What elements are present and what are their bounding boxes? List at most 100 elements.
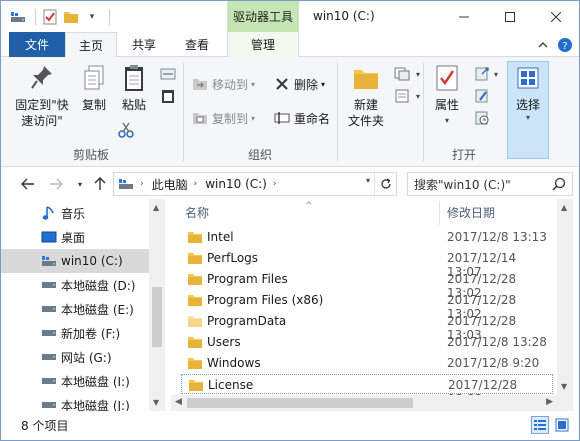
tab-home[interactable]: 主页 [65,32,117,58]
nav-item-drive-e[interactable]: 本地磁盘 (E:) [1,297,149,321]
file-row[interactable]: Windows 2017/12/8 9:20 [181,353,553,373]
nav-item-music[interactable]: 音乐 [1,201,149,225]
copy-path-icon[interactable] [159,65,177,83]
ribbon-controls: ? [529,37,573,53]
nav-item-drive-d[interactable]: 本地磁盘 (D:) [1,273,149,297]
scroll-up-icon[interactable]: ▲ [153,203,159,212]
horizontal-scroll-thumb[interactable] [187,398,413,408]
large-icons-view-icon[interactable] [553,416,571,434]
nav-item-desktop[interactable]: 桌面 [1,225,149,249]
new-folder-button[interactable]: 新建 文件夹 [343,61,389,129]
new-folder-big-icon [350,61,382,95]
scroll-down-icon[interactable]: ▼ [561,382,567,391]
address-history-dropdown[interactable]: ▾ [366,176,370,185]
file-row-focused[interactable]: License 2017/12/28 13:32 [181,374,553,395]
properties-check-icon[interactable] [41,8,59,26]
open-group-label: 打开 [451,148,476,162]
navigation-bar: ▾ › 此电脑 › win10 (C:) › ▾ 搜索"win10 (C:)" [1,169,579,199]
nav-item-drive-c[interactable]: win10 (C:) [1,249,149,273]
up-button[interactable] [91,175,109,193]
close-button[interactable] [533,1,579,32]
nav-pane-scrollbar[interactable]: ▲ ▼ [149,199,165,411]
refresh-button[interactable] [374,173,396,195]
properties-label: 属性 [434,98,459,112]
edit-icon[interactable] [473,87,491,105]
scroll-right-icon[interactable]: ▶ [546,397,553,407]
back-button[interactable] [19,175,37,193]
paste-shortcut-icon[interactable] [159,87,177,105]
recent-locations-dropdown[interactable]: ▾ [71,175,89,193]
collapse-ribbon-icon[interactable] [535,37,551,53]
column-divider[interactable] [439,201,440,225]
file-list-horizontal-scrollbar[interactable]: ◀ ▶ [171,395,573,411]
cut-icon[interactable] [117,121,135,139]
nav-item-drive-i[interactable]: 本地磁盘 (I:) [1,369,149,393]
file-row[interactable]: PerfLogs 2017/12/14 13:07 [181,248,553,279]
open-dropdown-icon[interactable]: ▾ [487,65,505,83]
qat-separator [35,9,36,25]
help-icon[interactable]: ? [557,37,573,53]
file-row[interactable]: Program Files (x86) 2017/12/28 13:02 [181,290,553,321]
breadcrumb-this-pc[interactable]: 此电脑 [152,176,188,193]
clipboard-group-label: 剪贴板 [72,148,109,162]
nav-item-drive-f[interactable]: 新加卷 (F:) [1,321,149,345]
forward-button[interactable] [47,175,65,193]
scroll-up-icon[interactable]: ▲ [561,203,567,212]
file-date: 2017/12/28 13:32 [448,378,518,395]
scroll-down-icon[interactable]: ▼ [153,398,159,407]
breadcrumb-separator[interactable]: › [194,179,198,189]
file-list: ^ 名称 修改日期 Intel 2017/12/8 13:13 PerfLogs… [171,199,557,395]
search-box[interactable]: 搜索"win10 (C:)" [407,172,573,196]
tab-file[interactable]: 文件 [9,32,65,57]
drive-icon [41,373,57,389]
search-placeholder: 搜索"win10 (C:)" [414,177,511,192]
move-to-button[interactable]: 移动到 ▾ [191,73,255,95]
properties-button[interactable]: 属性 ▾ [427,61,467,129]
delete-button[interactable]: 删除 ▾ [273,73,325,95]
nav-item-drive-g[interactable]: 网站 (G:) [1,345,149,369]
breadcrumb-separator[interactable]: › [140,179,144,189]
copy-to-button[interactable]: 复制到 ▾ [191,107,255,129]
details-view-icon[interactable] [531,416,549,434]
tab-share[interactable]: 共享 [121,32,167,57]
rename-icon [273,109,291,127]
drive-icon [41,277,57,293]
qat-dropdown-icon[interactable]: ▾ [83,8,101,26]
breadcrumb-separator[interactable]: › [273,179,277,189]
file-list-vertical-scrollbar[interactable]: ▲ ▼ [557,199,573,395]
drive-icon [41,397,57,411]
address-bar[interactable]: › 此电脑 › win10 (C:) › ▾ [113,172,397,196]
file-name: Intel [207,230,234,244]
quick-access-toolbar: ▾ [9,7,115,27]
pin-to-quick-access-button[interactable]: 固定到"快 速访问" [11,61,73,129]
file-row[interactable]: Users 2017/12/8 13:28 [181,332,553,352]
tab-view[interactable]: 查看 [171,32,223,57]
file-row[interactable]: ProgramData 2017/12/28 13:03 [181,311,553,342]
pin-icon [26,61,58,95]
column-header-date-modified[interactable]: 修改日期 [447,199,557,227]
file-row[interactable]: Program Files 2017/12/28 13:02 [181,269,553,300]
copy-button[interactable]: 复制 [77,61,111,113]
rename-button[interactable]: 重命名 [273,107,330,129]
scroll-left-icon[interactable]: ◀ [175,397,182,407]
tab-manage[interactable]: 管理 [227,32,299,57]
nav-item-drive-j[interactable]: 本地磁盘 (J:) [1,393,149,411]
minimize-button[interactable] [441,1,487,32]
group-separator [337,63,338,161]
drive-app-icon[interactable] [9,8,27,26]
nav-item-label: 网站 (G:) [61,350,112,365]
nav-pane-scroll-thumb[interactable] [152,287,162,347]
select-button[interactable]: 选择 ▾ [507,61,549,159]
paste-button[interactable]: 粘贴 [117,61,151,113]
column-header-name[interactable]: 名称 [185,199,443,227]
clipboard-group: 固定到"快 速访问" 复制 粘贴 剪贴板 [1,57,181,167]
new-folder-icon[interactable] [62,8,80,26]
file-date: 2017/12/8 13:13 [447,230,547,244]
maximize-button[interactable] [487,1,533,32]
group-separator [183,63,184,161]
history-icon[interactable] [473,109,491,127]
ribbon-home: 固定到"快 速访问" 复制 粘贴 剪贴板 移动到 ▾ 复制到 ▾ 删除 ▾ 重命… [1,57,579,167]
file-row[interactable]: Intel 2017/12/8 13:13 [181,227,553,247]
file-date: 2017/12/8 13:28 [447,335,547,349]
breadcrumb-drive[interactable]: win10 (C:) [205,177,267,191]
